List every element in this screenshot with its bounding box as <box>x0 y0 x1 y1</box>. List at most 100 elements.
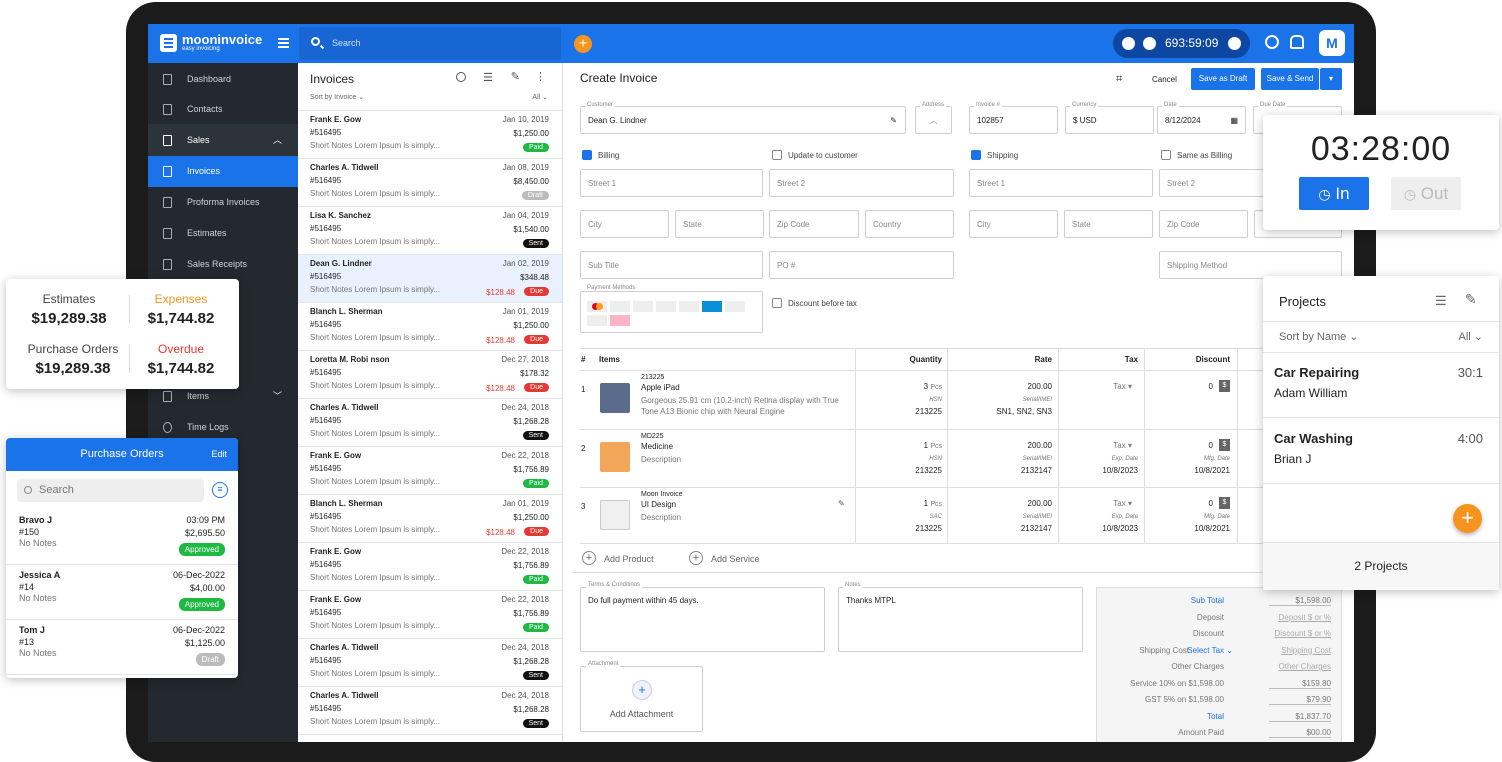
line-qty[interactable]: 1 Pcs <box>924 441 942 450</box>
dollar-icon[interactable]: $ <box>1219 439 1230 451</box>
scan-icon[interactable]: ⌗ <box>1116 73 1122 86</box>
invoice-row[interactable]: Blanch L. Sherman Jan 01, 2019 #516495 $… <box>298 495 562 543</box>
invoice-number-field[interactable]: 102857 <box>969 106 1058 134</box>
bell-icon[interactable] <box>1290 35 1304 49</box>
shipping-checkbox[interactable]: Shipping <box>971 150 1018 160</box>
clock-out-button[interactable]: ◷ Out <box>1391 177 1461 210</box>
pause-icon[interactable] <box>1122 37 1135 50</box>
po-field[interactable]: PO # <box>769 251 954 279</box>
add-service-button[interactable]: Add Service <box>711 554 760 564</box>
invoice-row[interactable]: Dean G. Lindner Jan 02, 2019 #516495 $34… <box>298 255 562 303</box>
add-product-icon[interactable]: + <box>582 551 596 565</box>
edit-icon[interactable]: ✎ <box>1465 291 1477 308</box>
invoice-row[interactable]: Charles A. Tidwell Dec 24, 2018 #516495 … <box>298 399 562 447</box>
invoice-row[interactable]: Charles A. Tidwell Dec 24, 2018 #516495 … <box>298 639 562 687</box>
po-item[interactable]: Jessica A 06-Dec-2022 #14 $4,00.00 No No… <box>6 565 238 620</box>
line-discount[interactable]: 0 <box>1209 382 1213 391</box>
shipping-state[interactable]: State <box>1064 210 1153 238</box>
sidebar-item-sales-receipts[interactable]: Sales Receipts <box>148 249 298 280</box>
more-icon[interactable]: ⋮ <box>535 70 546 83</box>
shipping-city[interactable]: City <box>969 210 1058 238</box>
currency-field[interactable]: $ USD <box>1065 106 1154 134</box>
summary-value[interactable]: Discount $ or % <box>1269 629 1331 638</box>
add-project-button[interactable]: + <box>1453 504 1482 533</box>
line-rate[interactable]: 200.00 <box>1028 499 1052 508</box>
billing-state[interactable]: State <box>675 210 764 238</box>
attachment-box[interactable]: + Add Attachment <box>580 666 703 732</box>
po-search-input[interactable]: Search <box>17 479 204 502</box>
save-send-button[interactable]: Save & Send <box>1261 68 1319 90</box>
shipping-method-field[interactable]: Shipping Method <box>1159 251 1342 279</box>
pencil-icon[interactable]: ✎ <box>838 499 845 508</box>
invoice-row[interactable]: Lisa K. Sanchez Jan 04, 2019 #516495 $1,… <box>298 207 562 255</box>
summary-value[interactable]: Other Charges <box>1269 662 1331 671</box>
billing-zip[interactable]: Zip Code <box>769 210 859 238</box>
customer-field[interactable]: Dean G. Lindner ✎ <box>580 106 906 134</box>
tax-dropdown[interactable]: Tax ▾ <box>1113 382 1132 391</box>
invoice-row[interactable]: Frank E. Gow Jan 10, 2019 #516495 $1,250… <box>298 111 562 159</box>
add-service-icon[interactable]: + <box>689 551 703 565</box>
address-button[interactable]: ︿ <box>915 106 952 134</box>
terms-field[interactable]: Do full payment within 45 days. <box>580 587 825 652</box>
same-billing-checkbox[interactable]: Same as Billing <box>1161 150 1232 160</box>
stop-icon[interactable] <box>1143 37 1156 50</box>
projects-sort-dropdown[interactable]: Sort by Name ⌄ <box>1279 330 1359 343</box>
chevron-down-icon[interactable]: ▾ <box>1320 68 1342 90</box>
payment-methods-box[interactable] <box>580 291 763 333</box>
invoice-row[interactable]: Frank E. Gow Dec 22, 2018 #516495 $1,756… <box>298 447 562 495</box>
save-draft-button[interactable]: Save as Draft <box>1191 68 1255 90</box>
line-qty[interactable]: 1 Pcs <box>924 499 942 508</box>
filter-dropdown[interactable]: All ⌄ <box>532 93 548 101</box>
avatar[interactable]: M <box>1319 30 1345 56</box>
billing-street1[interactable]: Street 1 <box>580 169 763 197</box>
line-discount[interactable]: 0 <box>1209 441 1213 450</box>
filter-icon[interactable]: ☰ <box>483 71 493 84</box>
search-input[interactable]: Search <box>299 27 561 60</box>
billing-country[interactable]: Country <box>865 210 954 238</box>
notes-field[interactable]: Thanks MTPL <box>838 587 1083 652</box>
summary-value[interactable]: Shipping Cost <box>1269 646 1331 655</box>
invoice-row[interactable]: Frank E. Gow Dec 22, 2018 #516495 $1,756… <box>298 543 562 591</box>
line-item-row[interactable]: 2 MD225 Medicine Description 1 Pcs HSN 2… <box>580 430 1354 488</box>
sidebar-item-contacts[interactable]: Contacts <box>148 94 298 124</box>
subtitle-field[interactable]: Sub Title <box>580 251 763 279</box>
po-edit-button[interactable]: Edit <box>211 438 227 471</box>
sidebar-item-dashboard[interactable]: Dashboard <box>148 64 298 94</box>
settings-icon[interactable] <box>1265 35 1279 49</box>
projects-filter-dropdown[interactable]: All ⌄ <box>1458 330 1483 343</box>
line-rate[interactable]: 200.00 <box>1028 382 1052 391</box>
sidebar-item-invoices[interactable]: Invoices <box>148 156 298 187</box>
add-product-button[interactable]: Add Product <box>604 554 654 564</box>
tax-dropdown[interactable]: Tax ▾ <box>1113 499 1132 508</box>
add-button[interactable]: + <box>574 35 592 53</box>
sidebar-item-sales[interactable]: Sales ︿ <box>148 124 298 156</box>
shipping-zip[interactable]: Zip Code <box>1159 210 1248 238</box>
info-icon[interactable] <box>1228 37 1241 50</box>
sidebar-item-estimates[interactable]: Estimates <box>148 218 298 249</box>
sidebar-item-proforma[interactable]: Proforma Invoices <box>148 187 298 218</box>
clock-in-button[interactable]: ◷ In <box>1299 177 1369 210</box>
discount-before-tax-checkbox[interactable]: Discount before tax <box>772 298 857 308</box>
filter-icon[interactable]: ☰ <box>1435 293 1447 309</box>
project-item[interactable]: Car Repairing 30:1 Adam William <box>1263 354 1499 418</box>
select-tax-dropdown[interactable]: Select Tax ⌄ <box>1187 646 1233 655</box>
filter-icon[interactable]: ≡ <box>212 482 228 498</box>
date-field[interactable]: 8/12/2024 ▦ <box>1157 106 1246 134</box>
po-item[interactable]: Tom J 06-Dec-2022 #13 $1,125.00 No Notes… <box>6 620 238 675</box>
dollar-icon[interactable]: $ <box>1219 497 1230 509</box>
invoice-row[interactable]: Charles A. Tidwell Dec 24, 2018 #516495 … <box>298 687 562 735</box>
line-rate[interactable]: 200.00 <box>1028 441 1052 450</box>
shipping-street1[interactable]: Street 1 <box>969 169 1153 197</box>
billing-street2[interactable]: Street 2 <box>769 169 954 197</box>
billing-city[interactable]: City <box>580 210 669 238</box>
invoice-row[interactable]: Frank E. Gow Dec 22, 2018 #516495 $1,756… <box>298 591 562 639</box>
search-icon[interactable] <box>456 72 466 82</box>
billing-checkbox[interactable]: Billing <box>582 150 619 160</box>
invoice-row[interactable]: Loretta M. Robi nson Dec 27, 2018 #51649… <box>298 351 562 399</box>
app-logo[interactable]: mooninvoice easy invoicing <box>160 33 262 53</box>
po-item[interactable]: Bravo J 03:09 PM #150 $2,695.50 No Notes… <box>6 510 238 565</box>
cancel-button[interactable]: Cancel <box>1152 75 1177 84</box>
sort-dropdown[interactable]: Sort by Invoice <box>310 94 356 101</box>
project-item[interactable]: Car Washing 4:00 Brian J <box>1263 420 1499 484</box>
line-discount[interactable]: 0 <box>1209 499 1213 508</box>
